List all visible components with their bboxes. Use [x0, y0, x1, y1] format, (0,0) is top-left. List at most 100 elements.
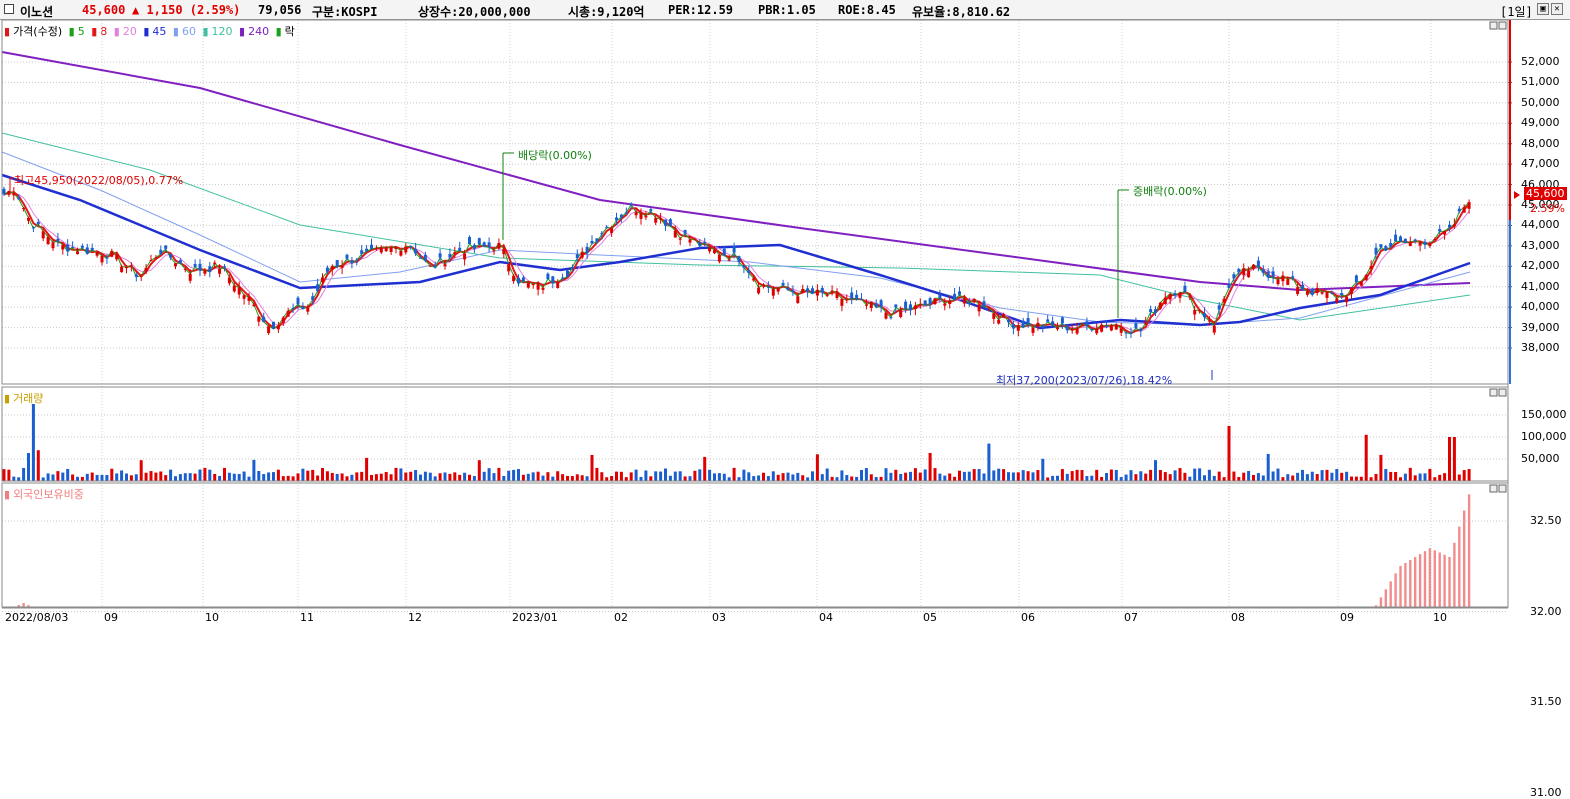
candle-body [237, 287, 241, 295]
volume-bar [1173, 470, 1177, 481]
candle-body [605, 226, 609, 228]
volume-bar [311, 469, 315, 481]
candle-body [683, 230, 687, 234]
volume-bar [1345, 471, 1349, 481]
candle-body [737, 256, 741, 263]
volume-bar [1301, 469, 1304, 481]
candle-body [815, 289, 819, 296]
candle-body [1462, 207, 1466, 213]
candle-body [1379, 244, 1383, 248]
candle-body [1335, 298, 1339, 303]
panel-close-icon [1498, 388, 1507, 397]
volume-bar [154, 472, 158, 481]
volume-bar [899, 473, 903, 481]
volume-bar [110, 468, 114, 481]
volume-bar [737, 477, 741, 481]
volume-bar [1394, 471, 1398, 481]
candle-body [345, 254, 349, 259]
foreign-ratio-bar [1409, 560, 1412, 607]
price-pointer-icon [1514, 191, 1520, 199]
candle-body [1296, 287, 1300, 294]
volume-bar [1354, 476, 1358, 481]
x-tick-label: 02 [614, 611, 628, 624]
candle-body [1325, 291, 1329, 298]
candle-body [2, 188, 6, 195]
candle-body [659, 218, 663, 220]
candle-body [1105, 326, 1108, 328]
foreign-ratio-bar [1428, 548, 1432, 607]
volume-bar [1256, 473, 1260, 481]
candle-body [355, 259, 359, 261]
volume-bar [531, 472, 535, 481]
candle-body [1286, 279, 1290, 285]
volume-bar [1119, 477, 1123, 481]
candle-body [850, 292, 854, 299]
candle-body [276, 325, 280, 330]
volume-bar [1359, 476, 1363, 481]
volume-bar [1271, 471, 1275, 481]
candle-body [962, 298, 966, 304]
candle-body [1016, 325, 1020, 331]
volume-bar [639, 476, 643, 481]
candle-body [717, 254, 721, 262]
candle-body [1036, 322, 1040, 327]
candle-body [252, 304, 256, 307]
candle-body [825, 295, 829, 297]
price-tick-label: 40,000 [1521, 300, 1560, 314]
volume-bar [938, 473, 942, 481]
panel-max-icon [1489, 21, 1498, 30]
candle-body [1090, 328, 1094, 331]
volume-bar [688, 476, 692, 481]
candle-body [198, 263, 202, 271]
candle-body [1359, 281, 1363, 286]
candle-body [325, 267, 329, 272]
volume-bar [659, 471, 663, 481]
candle-body [943, 303, 947, 306]
foreign-ratio-bar [1404, 562, 1407, 607]
candle-body [1261, 269, 1265, 273]
volume-bar [855, 476, 859, 481]
candle-body [174, 263, 177, 267]
volume-bar [139, 460, 143, 481]
volume-bar [1399, 477, 1402, 481]
low-annotation: 최저37,200(2023/07/26),18.42% [996, 374, 1173, 387]
volume-bar [477, 460, 481, 481]
candle-body [468, 237, 471, 244]
price-tick-label: 41,000 [1521, 279, 1560, 293]
price-tick-label: 50,000 [1521, 95, 1560, 109]
volume-bar [1335, 469, 1339, 481]
candle-body [1310, 288, 1314, 295]
candle-body [262, 316, 266, 323]
volume-bar [174, 476, 177, 481]
candle-body [335, 260, 339, 267]
candle-body [213, 262, 217, 264]
volume-bar [570, 476, 574, 481]
volume-bar [708, 469, 712, 481]
volume-bar [1413, 475, 1417, 481]
candle-body [1330, 292, 1334, 294]
volume-bar [1252, 474, 1255, 481]
price-tick-label: 51,000 [1521, 75, 1560, 89]
candle-body [1443, 231, 1447, 235]
chart-canvas[interactable] [0, 0, 1570, 629]
candle-body [71, 246, 75, 248]
volume-bar [1467, 469, 1471, 481]
volume-bar [321, 468, 324, 481]
candle-body [22, 207, 26, 209]
volume-bar [286, 475, 290, 481]
volume-bar [1364, 434, 1368, 481]
candle-body [1354, 275, 1358, 283]
candle-body [752, 278, 756, 281]
volume-bar [7, 469, 11, 481]
candle-body [110, 250, 114, 257]
candle-body [1060, 317, 1064, 324]
volume-bar [958, 470, 961, 481]
candle-body [340, 265, 344, 268]
candle-body [1340, 293, 1344, 296]
volume-bar [820, 474, 824, 481]
volume-bar [340, 473, 344, 481]
candle-body [1080, 323, 1084, 325]
candle-body [1384, 246, 1388, 251]
volume-bar [806, 477, 810, 481]
x-tick-label: 10 [205, 611, 219, 624]
